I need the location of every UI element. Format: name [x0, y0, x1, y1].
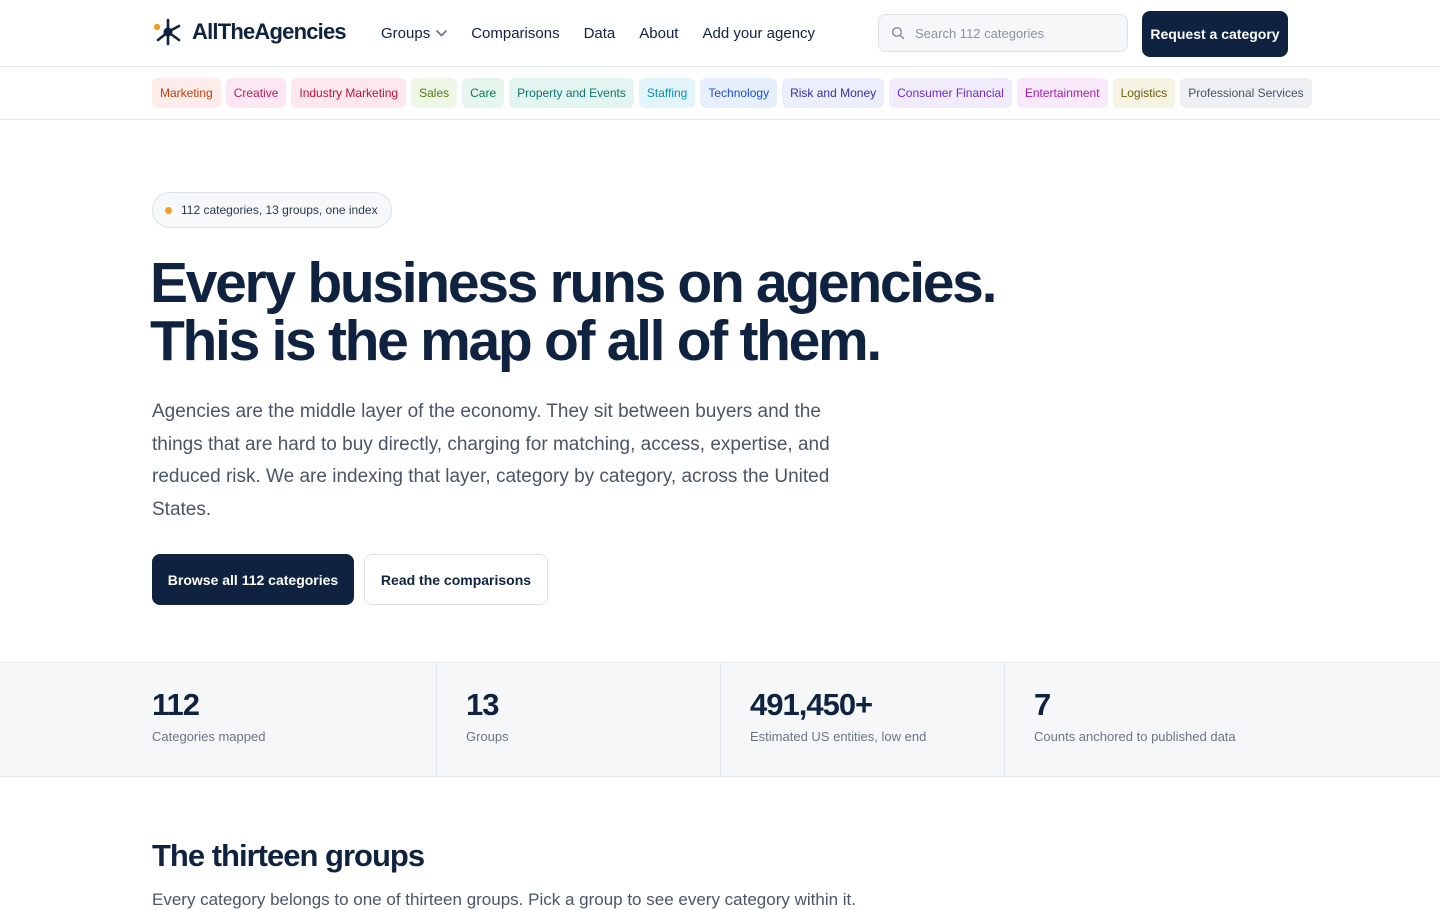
stat-value: 112	[152, 687, 200, 722]
top-navigation-bar: AllTheAgencies Groups Comparisons Data A…	[0, 0, 1440, 67]
brand-logo-link[interactable]: AllTheAgencies	[152, 17, 347, 47]
stat-card: 491,450+ Estimated US entities, low end	[720, 663, 1004, 776]
status-dot-icon	[165, 206, 172, 214]
group-chip-staffing[interactable]: Staffing	[638, 78, 696, 108]
nav-comparisons-link[interactable]: Comparisons	[471, 25, 559, 42]
stat-value: 13	[466, 687, 499, 722]
group-chip-bar: Marketing Creative Industry Marketing Sales…	[0, 67, 1440, 120]
groups-section-title: The thirteen groups	[152, 838, 425, 873]
stat-label: Estimated US entities, low end	[750, 729, 927, 744]
search-input[interactable]	[915, 25, 1105, 41]
group-chip-logistics[interactable]: Logistics	[1112, 78, 1176, 108]
stat-card: 13 Groups	[436, 663, 720, 776]
stat-value: 7	[1034, 687, 1051, 722]
chevron-down-icon	[436, 30, 448, 37]
headline-line-2: This is the map of all of them.	[150, 309, 882, 373]
nav-data-link[interactable]: Data	[584, 25, 616, 42]
group-chip-risk-and-money[interactable]: Risk and Money	[782, 78, 885, 108]
hero-description: Agencies are the middle layer of the eco…	[152, 401, 830, 520]
brand-name: AllTheAgencies	[192, 19, 347, 44]
group-chip-marketing[interactable]: Marketing	[152, 78, 221, 108]
group-chip-care[interactable]: Care	[462, 78, 505, 108]
stat-label: Counts anchored to published data	[1034, 729, 1236, 744]
summary-pill-text: 112 categories, 13 groups, one index	[181, 203, 378, 217]
stat-value: 491,450+	[750, 687, 873, 722]
headline-line-1: Every business runs on agencies.	[150, 251, 997, 315]
hero-section: 112 categories, 13 groups, one index Eve…	[0, 120, 1440, 662]
group-chip-creative[interactable]: Creative	[225, 78, 287, 108]
page-headline: Every business runs on agencies. This is…	[150, 254, 1150, 370]
read-comparisons-button[interactable]: Read the comparisons	[364, 554, 548, 605]
nav-groups-label: Groups	[381, 25, 431, 42]
nav-add-agency-link[interactable]: Add your agency	[702, 25, 815, 42]
spark-logo-icon	[153, 18, 181, 46]
stat-card: 112 Categories mapped	[0, 663, 436, 776]
group-chip-consumer-financial[interactable]: Consumer Financial	[889, 78, 1012, 108]
browse-categories-button[interactable]: Browse all 112 categories	[152, 554, 354, 605]
group-chip-professional-services[interactable]: Professional Services	[1180, 78, 1312, 108]
nav-groups-dropdown[interactable]: Groups	[381, 25, 448, 42]
group-chip-technology[interactable]: Technology	[700, 78, 778, 108]
summary-pill: 112 categories, 13 groups, one index	[152, 192, 392, 228]
main-nav: Groups Comparisons Data About Add your a…	[381, 0, 815, 67]
stat-label: Groups	[466, 729, 509, 744]
stat-label: Categories mapped	[152, 729, 266, 744]
search-box[interactable]	[878, 14, 1128, 52]
group-chip-property-and-events[interactable]: Property and Events	[509, 78, 634, 108]
groups-section-subtitle: Every category belongs to one of thirtee…	[152, 890, 856, 909]
group-chip-industry-marketing[interactable]: Industry Marketing	[291, 78, 407, 108]
stats-strip: 112 Categories mapped 13 Groups 491,450+ Esti…	[0, 662, 1440, 777]
group-chip-sales[interactable]: Sales	[411, 78, 458, 108]
nav-about-link[interactable]: About	[639, 25, 678, 42]
request-category-button[interactable]: Request a category	[1142, 11, 1288, 57]
group-chip-entertainment[interactable]: Entertainment	[1016, 78, 1108, 108]
search-icon	[891, 26, 905, 40]
stat-card: 7 Counts anchored to published data	[1004, 663, 1288, 776]
